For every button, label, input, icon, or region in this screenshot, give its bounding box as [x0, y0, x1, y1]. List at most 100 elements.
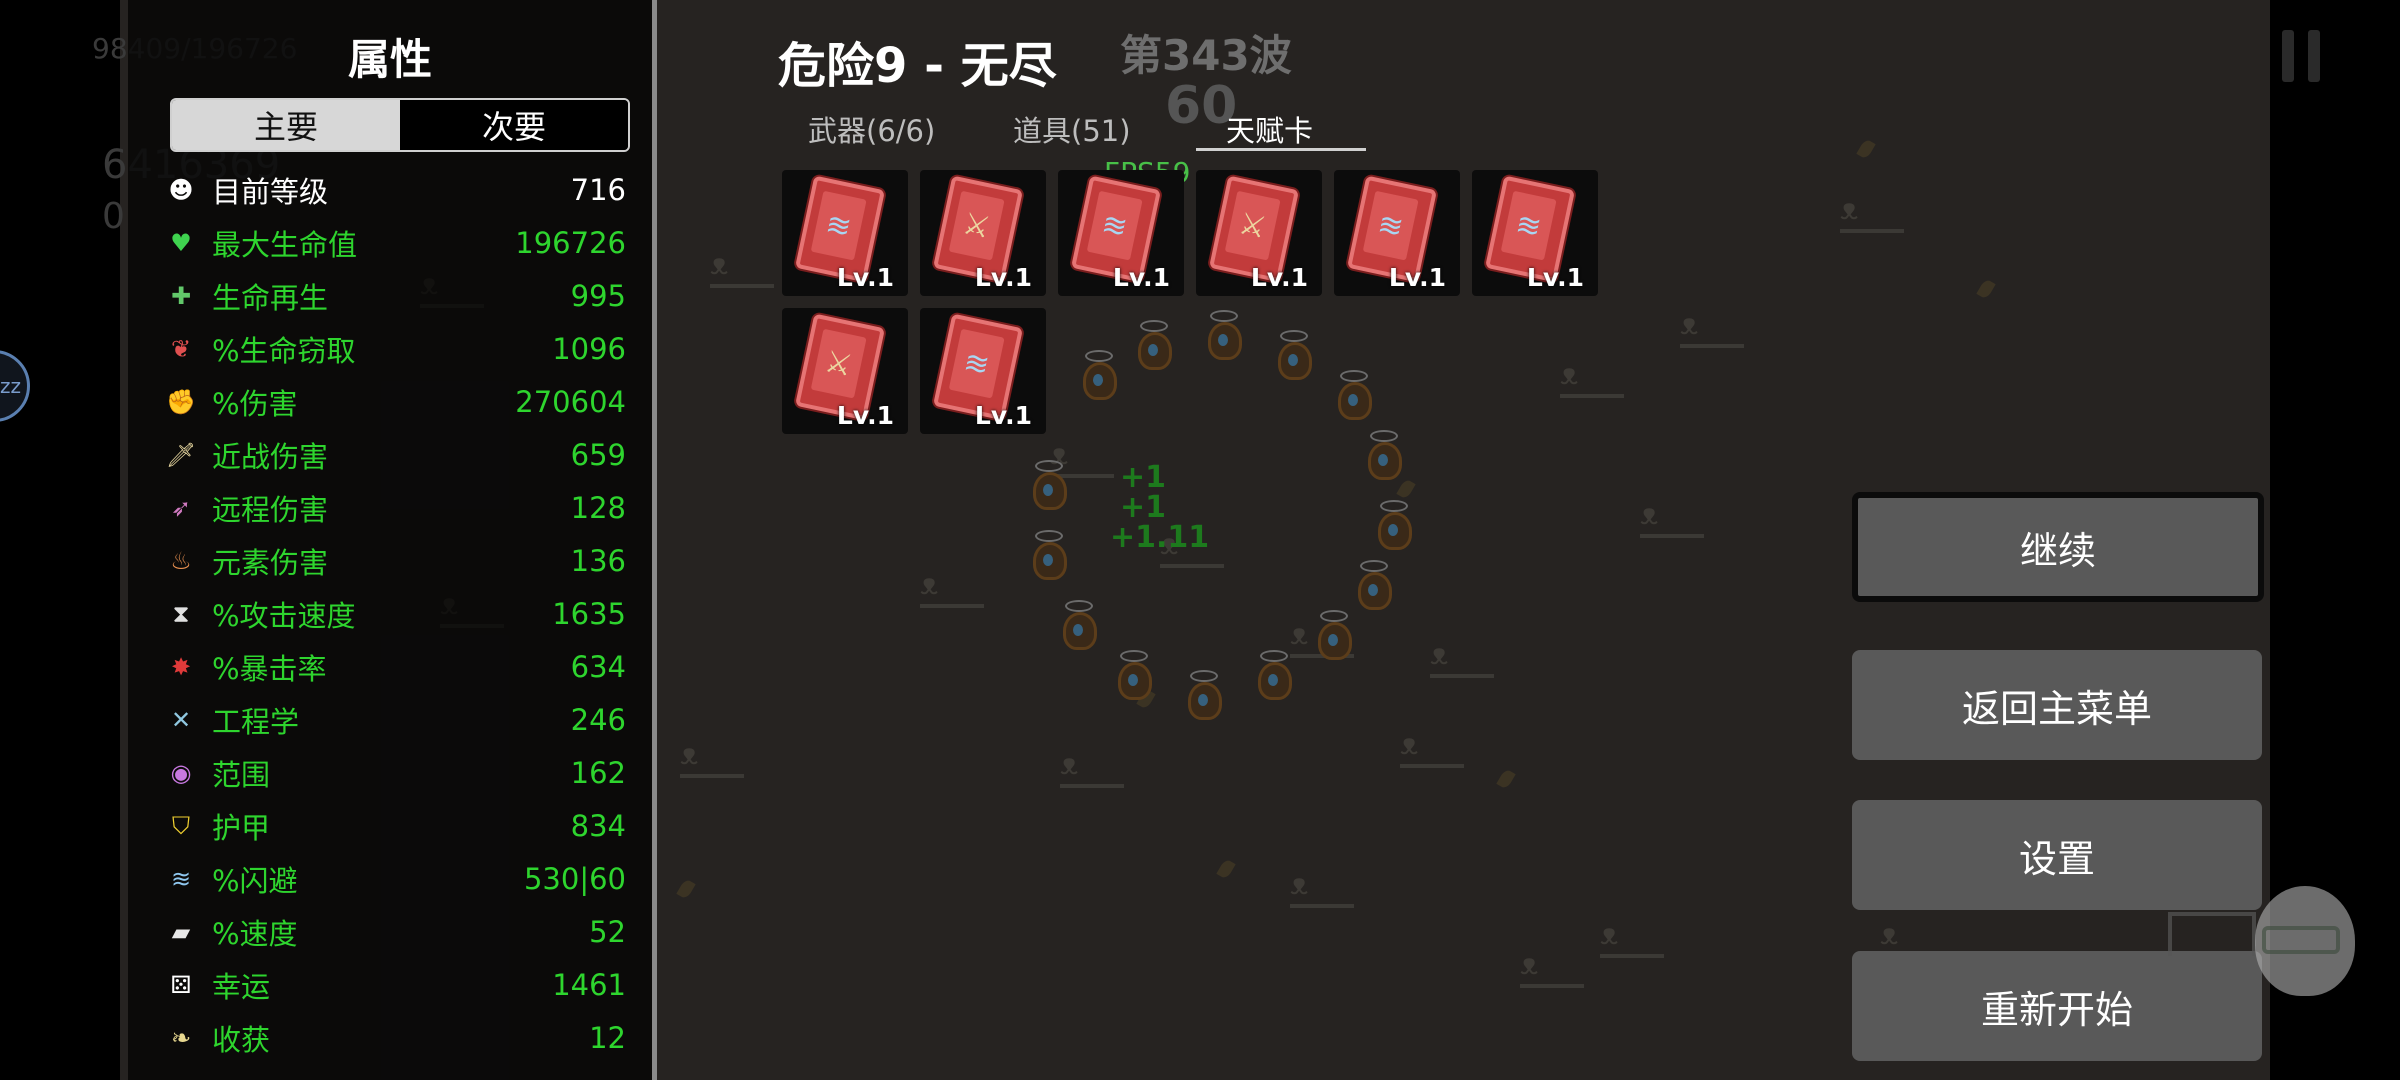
stat-label: 目前等级	[212, 175, 329, 209]
wrench-icon: ✕	[170, 706, 192, 734]
stat-label: 护甲	[212, 811, 271, 845]
shop-sign-icon	[2168, 912, 2256, 956]
angel-enemy-icon	[1250, 650, 1294, 700]
stat-value: 1461	[552, 968, 626, 1002]
sword-icon: ⚔	[948, 190, 1005, 261]
leaf-icon	[1496, 768, 1516, 790]
angel-enemy-icon	[1130, 320, 1174, 370]
active-tab-underline	[1196, 148, 1366, 151]
tab-items[interactable]: 道具(51)	[1013, 108, 1131, 150]
continue-button[interactable]: 继续	[1852, 492, 2264, 602]
dash-icon: ≋	[1362, 190, 1419, 261]
angel-enemy-icon	[1370, 500, 1414, 550]
stat-row: ☻ 目前等级 716	[164, 164, 626, 216]
shield-icon: ⛉	[172, 812, 190, 840]
stat-row: ≋ %闪避 530|60	[164, 853, 626, 905]
stat-row: ⛉ 护甲 834	[164, 800, 626, 852]
dash-icon: ≋	[1500, 190, 1557, 261]
stat-value: 716	[570, 173, 626, 207]
talent-card-slot[interactable]: ≋ Lv.1	[1334, 170, 1460, 296]
main-menu-button[interactable]: 返回主菜单	[1852, 650, 2262, 760]
stat-value: 1096	[552, 332, 626, 366]
stat-value: 12	[589, 1021, 626, 1055]
stat-label: 范围	[212, 758, 271, 792]
bow-icon: ➶	[170, 494, 192, 522]
pause-icon[interactable]	[2282, 30, 2326, 82]
card-level-label: Lv.1	[974, 263, 1032, 292]
leaf-icon	[1216, 858, 1236, 880]
angel-enemy-icon	[1270, 330, 1314, 380]
dodge-icon: ≋	[170, 865, 192, 893]
stat-value: 162	[570, 756, 626, 790]
angel-enemy-icon	[1025, 460, 1069, 510]
talent-card-slot[interactable]: ≋ Lv.1	[1058, 170, 1184, 296]
stat-value: 128	[570, 491, 626, 525]
stat-label: 最大生命值	[212, 228, 358, 262]
tab-secondary-stats[interactable]: 次要	[400, 100, 628, 150]
angel-enemy-icon	[1180, 670, 1224, 720]
tab-talent-cards[interactable]: 天赋卡	[1226, 108, 1313, 150]
stat-row: ✊ %伤害 270604	[164, 376, 626, 428]
enemy-icon: ᴥ	[1520, 950, 1584, 988]
enemy-icon: ᴥ	[1640, 500, 1704, 538]
sword-icon: ⚔	[1224, 190, 1281, 261]
tab-weapons[interactable]: 武器(6/6)	[808, 108, 935, 150]
regen-icon: ✚	[170, 282, 192, 310]
talent-card-slot[interactable]: ≋ Lv.1	[782, 170, 908, 296]
enemy-icon: ᴥ	[1290, 870, 1354, 908]
angel-enemy-icon	[1350, 560, 1394, 610]
talent-card-slot[interactable]: ≋ Lv.1	[1472, 170, 1598, 296]
stat-value: 136	[570, 544, 626, 578]
dash-icon: ≋	[810, 190, 867, 261]
angel-enemy-icon	[1360, 430, 1404, 480]
leaf-icon	[1856, 138, 1876, 160]
dash-icon: ≋	[1086, 190, 1143, 261]
angel-enemy-icon	[1310, 610, 1354, 660]
stat-label: 远程伤害	[212, 493, 329, 527]
stat-row: ❦ %生命窃取 1096	[164, 323, 626, 375]
stat-label: %闪避	[212, 864, 298, 898]
stat-value: 834	[570, 809, 626, 843]
heart-icon: ♥	[170, 229, 192, 257]
talent-card-slot[interactable]: ⚔ Lv.1	[782, 308, 908, 434]
card-level-label: Lv.1	[1112, 263, 1170, 292]
stat-value: 659	[570, 438, 626, 472]
enemy-icon: ᴥ	[1840, 195, 1904, 233]
card-level-label: Lv.1	[1388, 263, 1446, 292]
enemy-icon: ᴥ	[1400, 730, 1464, 768]
angel-enemy-icon	[1200, 310, 1244, 360]
talent-card-slot[interactable]: ≋ Lv.1	[920, 308, 1046, 434]
enemy-icon: ᴥ	[1430, 640, 1494, 678]
talent-card-slot[interactable]: ⚔ Lv.1	[1196, 170, 1322, 296]
stat-label: 幸运	[212, 970, 271, 1004]
settings-button[interactable]: 设置	[1852, 800, 2262, 910]
damage-icon: ✊	[166, 388, 196, 416]
leaf-icon	[1976, 278, 1996, 300]
stat-row: ♨ 元素伤害 136	[164, 535, 626, 587]
stat-label: %伤害	[212, 387, 298, 421]
restart-button[interactable]: 重新开始	[1852, 951, 2262, 1061]
lifesteal-icon: ❦	[170, 335, 192, 363]
enemy-icon: ᴥ	[680, 740, 744, 778]
angel-enemy-icon	[1330, 370, 1374, 420]
panel-divider	[652, 0, 657, 1080]
tab-primary-stats[interactable]: 主要	[172, 100, 400, 150]
enemy-icon: ᴥ	[1560, 360, 1624, 398]
stat-value: 246	[570, 703, 626, 737]
stat-value: 196726	[515, 226, 626, 260]
leaf-icon	[676, 878, 696, 900]
stat-label: 生命再生	[212, 281, 329, 315]
enemy-icon: ᴥ	[1600, 920, 1664, 958]
stat-row: ▰ %速度 52	[164, 906, 626, 958]
stat-row: ✕ 工程学 246	[164, 694, 626, 746]
enemy-icon: ᴥ	[920, 570, 984, 608]
harvest-icon: ❧	[170, 1024, 192, 1052]
enemy-icon: ᴥ	[1680, 310, 1744, 348]
talent-card-slot[interactable]: ⚔ Lv.1	[920, 170, 1046, 296]
stat-label: %暴击率	[212, 652, 327, 686]
stat-value: 995	[570, 279, 626, 313]
stat-value: 530|60	[523, 862, 626, 896]
range-icon: ◉	[170, 759, 192, 787]
heal-floating-text: +1.11	[1110, 520, 1210, 555]
stat-value: 52	[589, 915, 626, 949]
